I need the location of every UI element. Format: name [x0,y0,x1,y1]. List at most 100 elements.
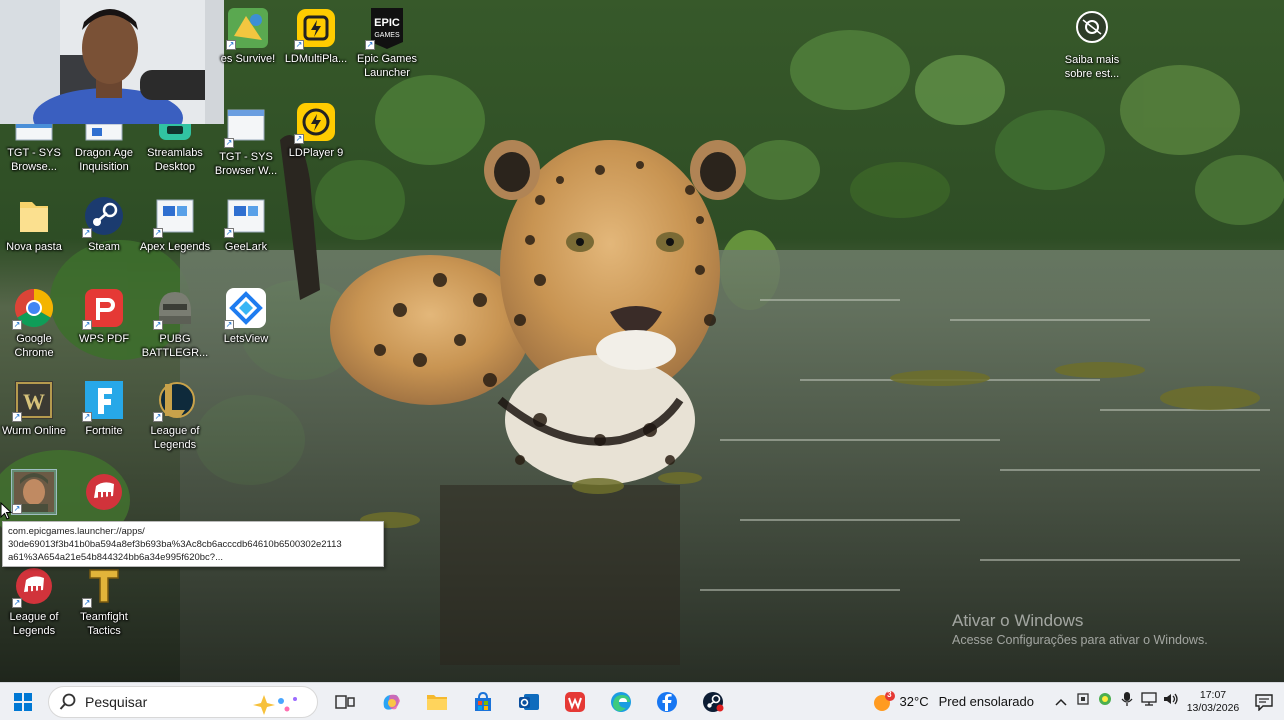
wps-pdf-icon: ↗ [82,286,126,330]
desktop-icon-tgt-sys-browser[interactable]: TGT - SYS Browse... [0,124,70,174]
search-icon [59,693,76,710]
edge-icon [611,691,631,712]
desktop-icon-dragon-age[interactable]: Dragon Age Inquisition [68,124,140,174]
desktop-icon-teamfight-tactics[interactable]: ↗ Teamfight Tactics [68,564,140,638]
tooltip-line: com.epicgames.launcher://apps/ [8,526,145,537]
dragon-age-icon [82,124,126,144]
svg-text:W: W [23,389,45,414]
desktop-icon-label: WPS PDF [78,333,130,345]
weather-temp: 32°C [899,694,929,709]
taskbar-wps-office[interactable] [552,683,598,720]
desktop-icon-label: LDMultiPla... [284,53,348,65]
desktop-icon-steam[interactable]: ↗ Steam [68,194,140,254]
desktop-icon-ldplayer[interactable]: ↗ LDPlayer 9 [280,100,352,160]
desktop-icon-epic-games[interactable]: EPIC GAMES ↗ Epic Games Launcher [351,6,423,80]
desktop-icon-nova-pasta[interactable]: Nova pasta [0,194,70,254]
riot-client-icon [82,470,126,514]
mouse-cursor-icon [0,502,12,520]
desktop-icon-letsview[interactable]: ↗ LetsView [210,286,282,346]
teamfight-tactics-icon: ↗ [82,564,126,608]
taskbar-microsoft-store[interactable] [460,683,506,720]
folder-icon [12,194,56,238]
chevron-up-icon[interactable] [1050,693,1072,711]
desktop-icon-label: es Survive! [220,53,276,65]
copilot-icon [383,694,400,710]
desktop-icon-label: TGT - SYS Browse... [7,147,61,173]
desktop-icon-label: League of Legends [150,425,200,451]
desktop-icon-geelark[interactable]: ↗ GeeLark [210,194,282,254]
ldplayer-icon: ↗ [294,100,338,144]
game-soldier-icon: ↗ [11,469,57,515]
letsview-icon: ↗ [224,286,268,330]
volume-icon[interactable] [1160,692,1182,711]
desktop-icon-riot-client[interactable] [68,470,140,514]
desktop-icon-label: Steam [88,241,120,253]
desktop-icon-label: Teamfight Tactics [80,611,128,637]
network-icon[interactable] [1138,692,1160,711]
usb-device-icon[interactable] [1072,692,1094,711]
desktop-icon-tgt-sys-browser-w[interactable]: ↗ TGT - SYS Browser W... [210,104,282,178]
desktop-icon-label: Apex Legends [139,241,211,253]
facebook-icon [657,691,677,712]
desktop-icon-league-of-legends-riot[interactable]: ↗ League of Legends [0,564,70,638]
taskbar: Pesquisar 3 32°C Pred ensolarado 17:07 1… [0,682,1284,720]
streamlabs-icon [153,124,197,144]
wps-office-icon [565,691,585,712]
weather-widget[interactable]: 3 32°C Pred ensolarado [871,690,1034,714]
watermark-title: Ativar o Windows [952,611,1084,630]
steam-icon: ↗ [82,194,126,238]
microphone-icon[interactable] [1116,691,1138,712]
activate-windows-watermark: Ativar o Windows Acesse Configurações pa… [952,610,1208,648]
tooltip-line: 30de69013f3b41b0ba594a8ef3b693ba%3Ac8cb6… [8,539,342,550]
taskbar-outlook[interactable] [506,683,552,720]
desktop-icon-pubg[interactable]: ↗ PUBG BATTLEGR... [139,286,211,360]
weather-condition: Pred ensolarado [938,694,1034,709]
taskbar-edge[interactable] [598,683,644,720]
game-survival-icon: ↗ [226,6,270,50]
desktop-icon-label: GeeLark [224,241,268,253]
search-highlight-icon [253,694,297,715]
desktop-icon-game-survival[interactable]: ↗ es Survive! [212,6,284,66]
taskbar-steam[interactable] [690,683,736,720]
task-view-button[interactable] [322,683,368,720]
desktop-icon-label: Google Chrome [14,333,54,359]
desktop-icon-label: LDPlayer 9 [288,147,344,159]
desktop-icon-wurm-online[interactable]: W ↗ Wurm Online [0,378,70,438]
desktop-icon-league-of-legends[interactable]: ↗ League of Legends [139,378,211,452]
learn-more-label: Saiba mais sobre est... [1064,54,1120,80]
system-tray [1050,691,1182,712]
wurm-online-icon: W ↗ [12,378,56,422]
notification-center-button[interactable] [1244,683,1284,720]
learn-more-wallpaper[interactable]: Saiba mais sobre est... [1060,10,1124,81]
taskbar-file-explorer[interactable] [414,683,460,720]
taskbar-clock[interactable]: 17:07 13/03/2026 [1182,689,1244,715]
desktop-icon-label: Nova pasta [6,241,62,253]
svg-text:EPIC: EPIC [374,17,400,29]
windows-logo-icon [14,692,32,711]
taskbar-search[interactable]: Pesquisar [48,685,318,718]
desktop-icon-label: Epic Games Launcher [357,53,417,79]
camera-icon [1075,10,1109,49]
tray-app-icon[interactable] [1094,692,1116,711]
taskbar-facebook[interactable] [644,683,690,720]
start-button[interactable] [0,683,46,720]
desktop-icon-label: Dragon Age Inquisition [74,147,134,173]
svg-text:GAMES: GAMES [374,32,400,39]
desktop-icon-apex-legends[interactable]: ↗ Apex Legends [139,194,211,254]
task-view-icon [335,694,355,709]
ldmultiplayer-icon: ↗ [294,6,338,50]
pubg-icon: ↗ [153,286,197,330]
desktop-icon-label: LetsView [223,333,269,345]
desktop-icon-wps-pdf[interactable]: ↗ WPS PDF [68,286,140,346]
desktop-icon-fortnite[interactable]: ↗ Fortnite [68,378,140,438]
desktop-icon-google-chrome[interactable]: ↗ Google Chrome [0,286,70,360]
league-of-legends-icon: ↗ [153,378,197,422]
microsoft-store-icon [475,691,491,711]
desktop-icon-streamlabs[interactable]: Streamlabs Desktop [139,124,211,174]
file-explorer-icon [427,694,447,710]
desktop-icon-ldmultiplayer[interactable]: ↗ LDMultiPla... [280,6,352,66]
search-placeholder: Pesquisar [85,693,148,710]
outlook-icon [519,693,539,710]
desktop-icon-label: Wurm Online [2,425,66,437]
taskbar-copilot[interactable] [368,683,414,720]
